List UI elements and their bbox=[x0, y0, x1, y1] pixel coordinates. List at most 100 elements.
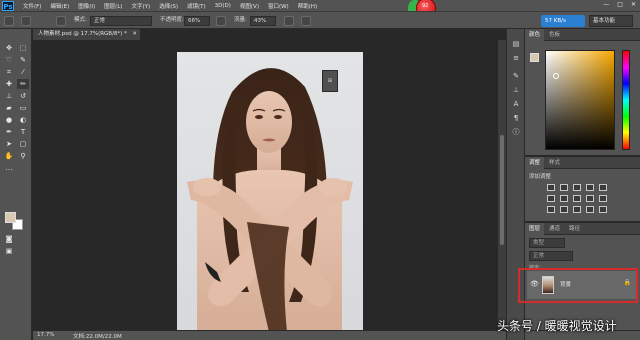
portrait-photo bbox=[187, 68, 353, 332]
pressure-size-icon[interactable] bbox=[301, 16, 311, 26]
canvas-image bbox=[177, 52, 363, 332]
brush-tool-icon[interactable]: ✏ bbox=[17, 79, 29, 89]
menu-type[interactable]: 文字(Y) bbox=[132, 2, 151, 10]
levels-icon[interactable] bbox=[560, 184, 568, 191]
screen-mode-icon[interactable]: ▣ bbox=[3, 246, 15, 256]
menu-3d[interactable]: 3D(D) bbox=[215, 3, 231, 9]
menu-filter[interactable]: 滤镜(T) bbox=[187, 2, 206, 10]
zoom-level[interactable]: 17.7% bbox=[37, 332, 54, 338]
tab-color[interactable]: 颜色 bbox=[525, 29, 545, 41]
pressure-opacity-icon[interactable] bbox=[216, 16, 226, 26]
color-panel-header: 颜色 色板 bbox=[525, 29, 640, 41]
menu-edit[interactable]: 编辑(E) bbox=[50, 2, 69, 10]
marquee-tool-icon[interactable]: ⬚ bbox=[17, 43, 29, 53]
mode-label: 模式: bbox=[74, 17, 87, 23]
shape-tool-icon[interactable]: ▢ bbox=[17, 139, 29, 149]
gradient-map-icon[interactable] bbox=[586, 206, 594, 213]
character-panel-icon[interactable]: A bbox=[511, 99, 521, 109]
selective-color-icon[interactable] bbox=[599, 206, 607, 213]
tab-styles[interactable]: 样式 bbox=[545, 157, 564, 169]
foreground-color-swatch[interactable] bbox=[5, 212, 16, 223]
adjustments-panel: 调整 样式 bbox=[525, 157, 640, 221]
tab-adjustments[interactable]: 调整 bbox=[525, 157, 545, 169]
threshold-icon[interactable] bbox=[573, 206, 581, 213]
path-select-tool-icon[interactable]: ➤ bbox=[3, 139, 15, 149]
color-picker-field[interactable] bbox=[545, 50, 615, 150]
invert-icon[interactable] bbox=[547, 206, 555, 213]
color-balance-icon[interactable] bbox=[560, 195, 568, 202]
hue-saturation-icon[interactable] bbox=[547, 195, 555, 202]
menu-window[interactable]: 窗口(W) bbox=[268, 2, 289, 10]
workspace-select[interactable]: 基本功能 bbox=[589, 15, 633, 27]
hand-tool-icon[interactable]: ✋ bbox=[3, 151, 15, 161]
color-picker-cursor[interactable] bbox=[553, 73, 559, 79]
menu-help[interactable]: 帮助(H) bbox=[298, 2, 317, 10]
flow-field[interactable]: 43% bbox=[250, 16, 276, 26]
quick-select-tool-icon[interactable]: ✎ bbox=[17, 55, 29, 65]
tab-paths[interactable]: 路径 bbox=[565, 223, 584, 235]
brush-panel-icon[interactable]: ✎ bbox=[511, 71, 521, 81]
menu-layer[interactable]: 图层(L) bbox=[104, 2, 122, 10]
layer-kind-filter[interactable]: 类型 bbox=[529, 238, 565, 248]
clone-source-icon[interactable]: ⊥ bbox=[511, 85, 521, 95]
move-tool-icon[interactable]: ✥ bbox=[3, 43, 15, 53]
tools-panel: ✥ ⬚ ➰ ✎ ⌗ ⁄ ✚ ✏ ⊥ ↺ ▰ ▭ ● ◐ ✒ T ➤ ▢ ✋ ⚲ … bbox=[0, 29, 32, 340]
menu-image[interactable]: 图像(I) bbox=[78, 2, 95, 10]
history-panel-icon[interactable]: ▤ bbox=[511, 39, 521, 49]
channel-mixer-icon[interactable] bbox=[599, 195, 607, 202]
history-brush-tool-icon[interactable]: ↺ bbox=[17, 91, 29, 101]
mode-select[interactable]: 正常 bbox=[90, 16, 152, 26]
clone-stamp-tool-icon[interactable]: ⊥ bbox=[3, 91, 15, 101]
brush-preset-icon[interactable] bbox=[4, 16, 14, 26]
lasso-tool-icon[interactable]: ➰ bbox=[3, 55, 15, 65]
blur-tool-icon[interactable]: ● bbox=[3, 115, 15, 125]
vibrance-icon[interactable] bbox=[599, 184, 607, 191]
floating-panel-button[interactable]: ⊞ bbox=[322, 70, 338, 92]
black-white-icon[interactable] bbox=[573, 195, 581, 202]
tab-swatches[interactable]: 色板 bbox=[545, 29, 564, 41]
posterize-icon[interactable] bbox=[560, 206, 568, 213]
brush-size-icon[interactable] bbox=[21, 16, 31, 26]
maximize-button[interactable]: □ bbox=[617, 1, 623, 8]
menu-file[interactable]: 文件(F) bbox=[23, 2, 41, 10]
canvas-vertical-scrollbar[interactable] bbox=[498, 40, 506, 330]
quick-mask-icon[interactable]: ◙ bbox=[3, 234, 15, 244]
gradient-tool-icon[interactable]: ▭ bbox=[17, 103, 29, 113]
close-icon[interactable]: ✕ bbox=[132, 29, 137, 40]
menu-view[interactable]: 视图(V) bbox=[240, 2, 259, 10]
type-tool-icon[interactable]: T bbox=[17, 127, 29, 137]
tab-layers[interactable]: 图层 bbox=[525, 223, 545, 235]
brightness-icon[interactable] bbox=[547, 184, 555, 191]
menu-bar: Ps 文件(F) 编辑(E) 图像(I) 图层(L) 文字(Y) 选择(S) 滤… bbox=[0, 0, 640, 11]
brush-panel-icon[interactable] bbox=[56, 16, 66, 26]
zoom-tool-icon[interactable]: ⚲ bbox=[17, 151, 29, 161]
tab-channels[interactable]: 通道 bbox=[545, 223, 564, 235]
eyedropper-tool-icon[interactable]: ⁄ bbox=[17, 67, 29, 77]
extra-tools-icon[interactable]: … bbox=[3, 163, 15, 173]
minimize-button[interactable]: — bbox=[603, 1, 609, 8]
paragraph-panel-icon[interactable]: ¶ bbox=[511, 113, 521, 123]
close-window-button[interactable]: ✕ bbox=[631, 1, 636, 8]
curves-icon[interactable] bbox=[573, 184, 581, 191]
dodge-tool-icon[interactable]: ◐ bbox=[17, 115, 29, 125]
menu-select[interactable]: 选择(S) bbox=[159, 2, 178, 10]
pen-tool-icon[interactable]: ✒ bbox=[3, 127, 15, 137]
panel-foreground-swatch[interactable] bbox=[530, 53, 539, 62]
info-panel-icon[interactable]: ⓘ bbox=[511, 127, 521, 137]
hue-slider[interactable] bbox=[622, 50, 630, 150]
options-bar: 模式: 正常 不透明度: 66% 流量: 43% 57 KB/s 基本功能 bbox=[0, 11, 640, 29]
blend-mode-select[interactable]: 正常 bbox=[529, 251, 573, 261]
opacity-label: 不透明度: bbox=[160, 17, 184, 23]
airbrush-icon[interactable] bbox=[284, 16, 294, 26]
exposure-icon[interactable] bbox=[586, 184, 594, 191]
photo-filter-icon[interactable] bbox=[586, 195, 594, 202]
opacity-field[interactable]: 66% bbox=[184, 16, 210, 26]
layers-panel-header: 图层 通道 路径 bbox=[525, 223, 640, 235]
healing-tool-icon[interactable]: ✚ bbox=[3, 79, 15, 89]
scrollbar-thumb[interactable] bbox=[500, 135, 504, 245]
flow-label: 流量: bbox=[234, 17, 247, 23]
eraser-tool-icon[interactable]: ▰ bbox=[3, 103, 15, 113]
crop-tool-icon[interactable]: ⌗ bbox=[3, 67, 15, 77]
document-tab[interactable]: 人物素材.psd @ 17.7%(RGB/8*) * ✕ bbox=[33, 29, 141, 40]
properties-panel-icon[interactable]: ≡ bbox=[511, 53, 521, 63]
